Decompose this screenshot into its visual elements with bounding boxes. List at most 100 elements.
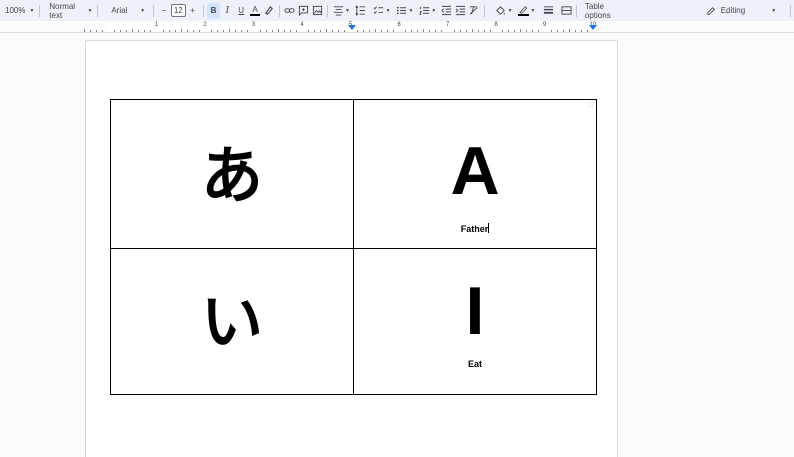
ruler-number: 3 [251,22,256,28]
ruler-number: 1 [154,22,159,28]
zoom-dropdown[interactable]: 100% ▼ [3,6,36,15]
fill-color-button[interactable] [494,3,508,19]
ruler-tick [320,30,322,32]
insert-image-button[interactable] [310,3,324,19]
ruler-tick [556,30,558,32]
table-options-button[interactable]: Table options [583,2,628,20]
ruler-tick [453,30,455,32]
ruler-tick [211,30,213,32]
ruler-tick [295,30,297,32]
ruler-tick [538,30,540,32]
increase-indent-icon [455,5,465,16]
divider [327,4,329,17]
ruler-tick [217,30,219,32]
decrease-font-size-button[interactable]: − [157,3,171,19]
table-options-label: Table options [584,1,611,20]
cell-word: Father [354,223,596,234]
italic-button[interactable]: I [220,3,234,19]
table-cell[interactable]: い [110,248,354,395]
clear-formatting-button[interactable] [467,3,481,19]
cell-big-char: あ [200,139,263,212]
ruler-tick [386,30,388,32]
right-margin-marker[interactable] [589,25,597,30]
text-color-button[interactable]: A [248,3,262,19]
table-cell[interactable]: □ A Father [353,99,597,249]
chevron-down-icon[interactable]: ▼ [408,8,413,14]
fill-color-icon [496,6,505,16]
bullet-list-button[interactable] [395,3,409,19]
add-comment-button[interactable] [297,3,311,19]
checklist-icon [373,6,384,14]
border-color-button[interactable] [516,3,530,19]
ruler-tick [162,30,164,32]
ruler-tick [229,29,231,32]
ruler-tick [417,30,419,32]
ruler-tick [132,29,134,32]
ruler-tick [514,30,516,32]
ruler-tick [174,30,176,32]
divider [153,4,154,17]
ruler-tick [532,30,534,32]
font-dropdown[interactable]: Arial ▼ [109,6,147,15]
line-spacing-button[interactable] [354,3,368,19]
chevron-down-icon[interactable]: ▼ [345,8,350,14]
table-row: い I Eat [110,248,597,395]
ruler-tick [308,30,310,32]
align-button[interactable] [331,3,345,19]
numbered-list-button[interactable] [417,3,431,19]
ruler[interactable]: 1 2 3 4 5 6 7 8 9 10 [0,21,794,33]
border-color-swatch [517,14,529,16]
divider [790,4,791,17]
cell-big-char: I [465,273,485,349]
ruler-tick [465,30,467,32]
ruler-track: 1 2 3 4 5 6 7 8 9 10 [83,22,618,32]
numbered-list-icon [419,6,429,15]
increase-font-size-button[interactable]: + [186,3,200,19]
ruler-tick [83,29,85,32]
highlight-button[interactable] [262,3,276,19]
checklist-button[interactable] [372,3,386,19]
table-cell[interactable]: あ [110,99,354,249]
increase-indent-button[interactable] [453,3,467,19]
ruler-tick [120,30,122,32]
underline-button[interactable]: U [234,3,248,19]
font-size-input[interactable]: 12 [170,4,186,17]
ruler-tick [247,30,249,32]
ruler-tick [314,30,316,32]
flashcard-table[interactable]: あ □ A Father い I Eat [110,99,597,395]
ruler-number: 6 [397,22,401,28]
chevron-down-icon[interactable]: ▼ [530,8,535,14]
ruler-number: 2 [203,22,207,28]
text-color-swatch [250,14,261,16]
ruler-tick [283,30,285,32]
divider [483,4,485,17]
ruler-tick [477,30,479,32]
chevron-down-icon[interactable]: ▼ [508,8,513,14]
indent-marker[interactable] [348,25,356,30]
ruler-tick [392,30,394,32]
table-cell[interactable]: I Eat [353,248,597,395]
ruler-tick [168,30,170,32]
chevron-down-icon[interactable]: ▼ [431,8,436,14]
decrease-indent-button[interactable] [439,3,453,19]
border-style-button[interactable] [559,3,573,19]
ruler-tick [344,30,346,32]
ruler-tick [574,30,576,32]
ruler-number: 7 [445,22,450,28]
chevron-down-icon[interactable]: ▼ [386,8,391,14]
ruler-tick [198,30,200,32]
style-dropdown[interactable]: Normal text ▼ [47,2,94,20]
ruler-tick [277,29,279,32]
comment-icon [298,5,309,16]
ruler-tick [368,30,370,32]
editing-mode-dropdown[interactable]: Editing ▼ [704,6,778,16]
insert-link-button[interactable] [283,3,297,19]
bold-button[interactable]: B [206,2,221,19]
ruler-tick [362,30,364,32]
divider [39,4,41,17]
ruler-tick [580,30,582,32]
decrease-indent-icon [440,5,451,16]
border-width-button[interactable] [541,3,555,19]
document-page[interactable]: あ □ A Father い I Eat [85,40,618,457]
ruler-tick [259,30,261,32]
